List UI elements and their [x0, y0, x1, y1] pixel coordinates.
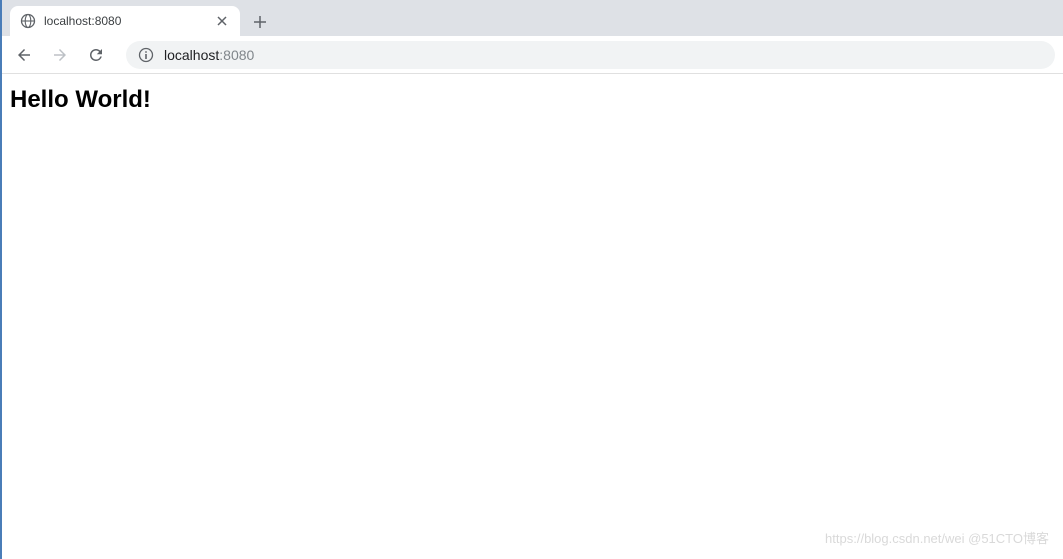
url-port: :8080 [219, 47, 254, 63]
browser-chrome: localhost:8080 [2, 0, 1063, 74]
globe-icon [20, 13, 36, 29]
info-icon[interactable] [138, 47, 154, 63]
forward-button[interactable] [46, 41, 74, 69]
address-bar[interactable]: localhost:8080 [126, 41, 1055, 69]
new-tab-button[interactable] [246, 8, 274, 36]
url-host: localhost [164, 47, 219, 63]
browser-tab[interactable]: localhost:8080 [10, 6, 240, 36]
back-button[interactable] [10, 41, 38, 69]
tab-bar: localhost:8080 [2, 0, 1063, 36]
page-content: Hello World! [2, 74, 1063, 126]
close-icon[interactable] [214, 13, 230, 29]
reload-button[interactable] [82, 41, 110, 69]
tab-title: localhost:8080 [44, 14, 206, 28]
page-heading: Hello World! [10, 86, 1055, 114]
url-text: localhost:8080 [164, 47, 254, 63]
watermark: https://blog.csdn.net/wei @51CTO博客 [825, 528, 1049, 547]
toolbar: localhost:8080 [2, 36, 1063, 74]
